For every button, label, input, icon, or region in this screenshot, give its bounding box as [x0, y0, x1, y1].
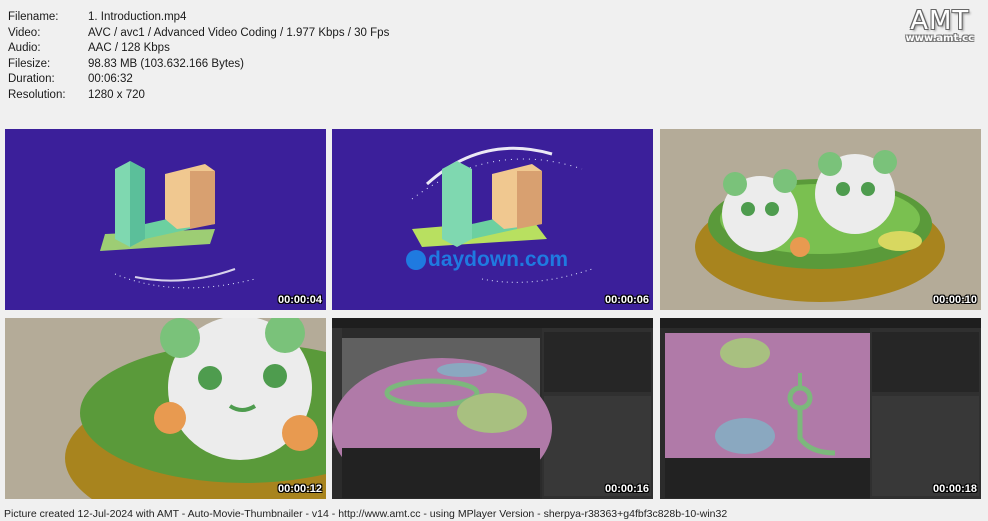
thumbnail-5-timestamp: 00:00:16: [604, 483, 649, 495]
resolution-value: 1280 x 720: [88, 88, 145, 101]
thumbnail-2[interactable]: daydown.com 00:00:06: [332, 129, 653, 310]
thumbnail-5[interactable]: 00:00:16: [332, 318, 653, 499]
audio-row: Audio: AAC / 128 Kbps: [8, 41, 389, 57]
bento-pandas-frame: [660, 129, 981, 310]
logo-watermark-frame: [332, 129, 653, 310]
thumbnail-1-timestamp: 00:00:04: [277, 294, 322, 306]
filesize-value: 98.83 MB (103.632.166 Bytes): [88, 57, 244, 70]
amt-logo-title: AMT: [910, 6, 970, 36]
footer-credit: Picture created 12-Jul-2024 with AMT - A…: [4, 508, 728, 520]
duration-value: 00:06:32: [88, 73, 133, 85]
video-row: Video: AVC / avc1 / Advanced Video Coding…: [8, 26, 389, 42]
video-value: AVC / avc1 / Advanced Video Coding / 1.9…: [88, 26, 390, 39]
filesize-row: Filesize: 98.83 MB (103.632.166 Bytes): [8, 57, 389, 73]
thumbnail-4-timestamp: 00:00:12: [277, 483, 322, 495]
filename-value: 1. Introduction.mp4: [88, 11, 187, 23]
thumbnail-6[interactable]: 00:00:18: [660, 318, 981, 499]
blender-editor-2-frame: [660, 318, 981, 499]
thumbnail-3-timestamp: 00:00:10: [932, 294, 977, 306]
daydown-watermark-text: daydown.com: [428, 248, 569, 271]
thumbnail-6-timestamp: 00:00:18: [932, 483, 977, 495]
bento-closeup-frame: [5, 318, 326, 499]
thumbnail-3[interactable]: 00:00:10: [660, 129, 981, 310]
filesize-label: Filesize:: [8, 57, 51, 70]
thumbnail-2-timestamp: 00:00:06: [604, 294, 649, 306]
amt-watermark-logo: AMT www.amt.cc: [906, 6, 974, 44]
file-info: Filename: 1. Introduction.mp4 Video: AVC /…: [8, 10, 389, 103]
thumbnail-1[interactable]: 00:00:04: [5, 129, 326, 310]
duration-row: Duration: 00:06:32: [8, 72, 389, 88]
resolution-row: Resolution: 1280 x 720: [8, 88, 389, 104]
audio-value: AAC / 128 Kbps: [88, 42, 170, 54]
audio-label: Audio:: [8, 42, 41, 54]
video-label: Video:: [8, 26, 41, 39]
thumbnail-4[interactable]: 00:00:12: [5, 318, 326, 499]
amt-logo-url: www.amt.cc: [905, 33, 974, 44]
blender-editor-frame: [332, 318, 653, 499]
resolution-label: Resolution:: [8, 88, 66, 101]
logo-intro-frame: [5, 129, 326, 310]
duration-label: Duration:: [8, 73, 55, 85]
filename-label: Filename:: [8, 11, 59, 23]
filename-row: Filename: 1. Introduction.mp4: [8, 10, 389, 26]
